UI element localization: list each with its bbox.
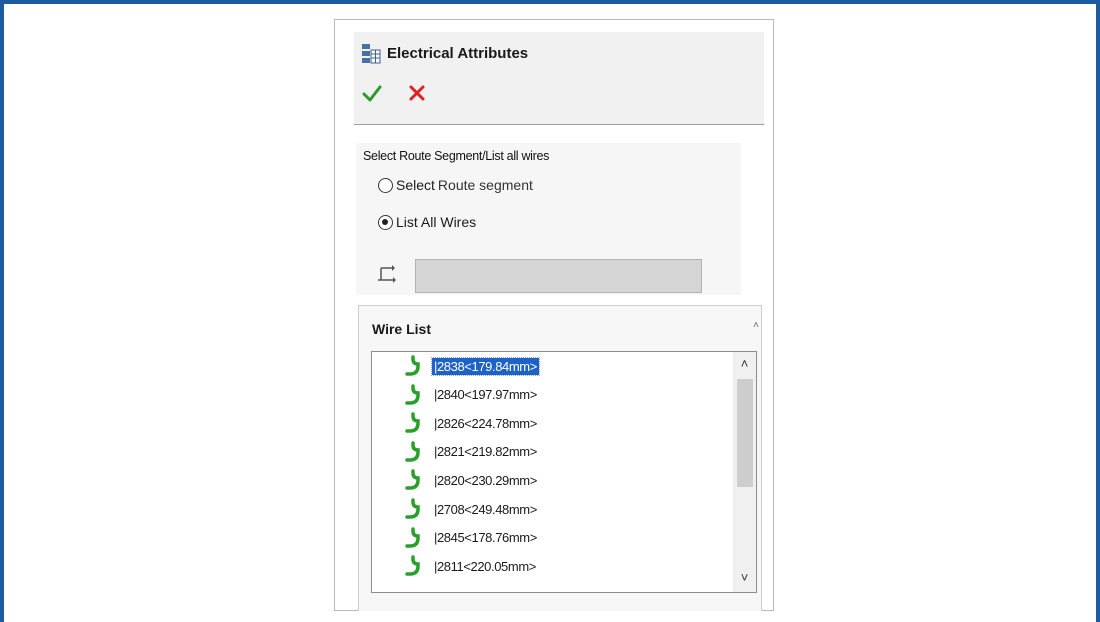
select-route-segment-group: Select Route Segment/List all wires Sele… [356, 143, 741, 295]
group-title: Select Route Segment/List all wires [363, 149, 550, 163]
list-item[interactable]: |2821<219.82mm> [403, 441, 539, 463]
frame-left-border [0, 0, 4, 622]
collapse-icon[interactable]: ˄ [753, 320, 759, 331]
wire-icon [403, 383, 428, 406]
wire-icon [403, 412, 428, 434]
list-item[interactable]: |2838<179.84mm> [403, 355, 540, 377]
wire-icon [403, 469, 428, 491]
wire-list-title: Wire List [372, 321, 431, 337]
scroll-thumb[interactable] [737, 379, 753, 487]
frame-top-border [0, 0, 1100, 4]
wire-icon [403, 555, 428, 577]
radio-label-route-segment: Route segment [437, 177, 533, 193]
scroll-down-arrow-icon[interactable]: ˅ [733, 570, 756, 588]
checkmark-icon [362, 85, 382, 102]
radio-button-icon[interactable] [378, 177, 393, 193]
wire-item-label: |2838<179.84mm> [431, 356, 540, 376]
list-item[interactable]: |2840<197.97mm> [403, 383, 539, 406]
list-item[interactable]: |2811<220.05mm> [403, 555, 538, 577]
radio-label-list-all-wires: List All Wires [396, 214, 477, 230]
panel-title: Electrical Attributes [387, 44, 529, 62]
route-segment-icon [376, 262, 398, 284]
scroll-up-arrow-icon[interactable]: ˄ [733, 356, 756, 374]
vertical-scrollbar[interactable]: ˄ ˅ [733, 352, 756, 592]
wire-item-label: |2708<249.48mm> [434, 501, 537, 517]
wire-icon [403, 441, 428, 463]
radio-button-checked-icon[interactable] [378, 214, 393, 230]
electrical-attributes-icon [361, 42, 381, 64]
list-item[interactable]: |2708<249.48mm> [403, 498, 539, 520]
radio-select-route-segment[interactable]: Select Route segment [378, 177, 533, 193]
header-divider [354, 124, 764, 125]
list-item[interactable]: |2845<178.76mm> [403, 526, 539, 549]
wire-item-label: |2821<219.82mm> [434, 444, 537, 460]
list-item[interactable]: |2820<230.29mm> [403, 469, 539, 491]
route-segment-selection-box[interactable] [415, 259, 702, 293]
frame-right-border [1096, 0, 1100, 622]
wire-icon [403, 355, 428, 377]
cancel-button[interactable] [407, 83, 427, 103]
electrical-attributes-panel: Electrical Attributes Select Route Segme… [334, 19, 774, 611]
radio-label-select: Select [396, 177, 435, 193]
wire-list-box[interactable]: |2838<179.84mm> |2840<197.97mm> |2826<224.… [371, 351, 757, 593]
wire-item-label: |2845<178.76mm> [434, 530, 537, 546]
panel-title-row: Electrical Attributes [361, 42, 528, 64]
wire-item-label: |2820<230.29mm> [434, 472, 537, 488]
wire-item-label: |2840<197.97mm> [434, 387, 537, 403]
wire-item-label: |2811<220.05mm> [434, 558, 536, 574]
wire-list-section: Wire List ˄ |2838<179.84mm> |2840<197.97m… [358, 305, 762, 611]
wire-icon [403, 498, 428, 520]
radio-list-all-wires[interactable]: List All Wires [378, 214, 476, 230]
ok-button[interactable] [361, 82, 383, 104]
wire-icon [403, 526, 428, 549]
wire-item-label: |2826<224.78mm> [434, 415, 537, 431]
list-item[interactable]: |2826<224.78mm> [403, 412, 539, 434]
close-icon [409, 85, 425, 101]
